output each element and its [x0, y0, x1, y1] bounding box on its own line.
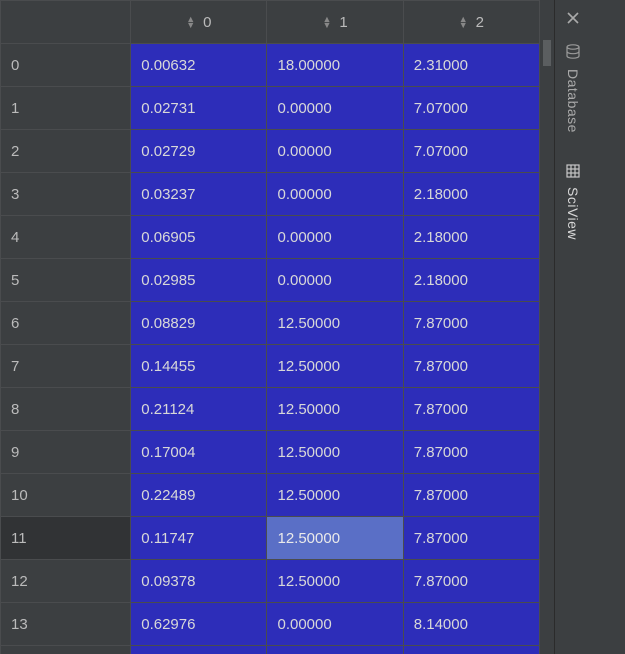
cell[interactable]: 0.62976	[131, 603, 267, 646]
col-header-label: 0	[203, 14, 211, 31]
cell[interactable]: 8.14000	[403, 603, 539, 646]
grid-icon	[566, 164, 580, 181]
cell[interactable]: 0.00632	[131, 44, 267, 87]
cell[interactable]: 0.14455	[131, 345, 267, 388]
col-header-label: 1	[339, 14, 347, 31]
table-row[interactable]: 40.069050.000002.18000	[1, 216, 540, 259]
cell[interactable]: 18.00000	[267, 44, 403, 87]
cell[interactable]: 0.00000	[267, 130, 403, 173]
cell[interactable]: 2.18000	[403, 259, 539, 302]
cell[interactable]: 7.07000	[403, 87, 539, 130]
table-row[interactable]: 90.1700412.500007.87000	[1, 431, 540, 474]
cell[interactable]: 7.87000	[403, 302, 539, 345]
table-row[interactable]: 30.032370.000002.18000	[1, 173, 540, 216]
cell[interactable]: 0.00000	[267, 603, 403, 646]
cell[interactable]: 0.02985	[131, 259, 267, 302]
cell[interactable]: 7.87000	[403, 345, 539, 388]
cell[interactable]: 0.03237	[131, 173, 267, 216]
tab-label: Database	[565, 69, 581, 133]
table-row[interactable]: 120.0937812.500007.87000	[1, 560, 540, 603]
cell[interactable]: 2.18000	[403, 173, 539, 216]
tool-window-tabs: Database SciView	[554, 0, 625, 654]
cell[interactable]	[131, 646, 267, 654]
cell[interactable]: 7.87000	[403, 560, 539, 603]
row-index[interactable]: 2	[1, 130, 131, 173]
row-index[interactable]: 12	[1, 560, 131, 603]
row-index[interactable]: 3	[1, 173, 131, 216]
cell[interactable]: 12.50000	[267, 560, 403, 603]
cell[interactable]: 12.50000	[267, 474, 403, 517]
cell[interactable]: 12.50000	[267, 345, 403, 388]
scrollbar-thumb[interactable]	[543, 40, 551, 66]
table-row[interactable]: 60.0882912.500007.87000	[1, 302, 540, 345]
table-row[interactable]: 80.2112412.500007.87000	[1, 388, 540, 431]
database-icon	[566, 44, 580, 63]
table-row[interactable]: 50.029850.000002.18000	[1, 259, 540, 302]
row-index[interactable]: 8	[1, 388, 131, 431]
row-index[interactable]: 10	[1, 474, 131, 517]
row-index[interactable]: 13	[1, 603, 131, 646]
cell[interactable]: 12.50000	[267, 302, 403, 345]
cell[interactable]: 0.00000	[267, 87, 403, 130]
cell[interactable]: 0.00000	[267, 259, 403, 302]
row-index[interactable]: 9	[1, 431, 131, 474]
cell[interactable]: 0.02731	[131, 87, 267, 130]
col-header-1[interactable]: ▲▼ 1	[267, 1, 403, 44]
table-row[interactable]	[1, 646, 540, 654]
cell[interactable]: 0.06905	[131, 216, 267, 259]
cell[interactable]: 0.11747	[131, 517, 267, 560]
col-header-2[interactable]: ▲▼ 2	[403, 1, 539, 44]
index-header[interactable]	[1, 1, 131, 44]
tab-database[interactable]: Database	[555, 36, 591, 146]
cell[interactable]	[267, 646, 403, 654]
row-index[interactable]: 11	[1, 517, 131, 560]
row-index[interactable]: 5	[1, 259, 131, 302]
close-icon[interactable]	[555, 6, 591, 30]
row-index[interactable]: 6	[1, 302, 131, 345]
table-row[interactable]: 10.027310.000007.07000	[1, 87, 540, 130]
cell[interactable]: 7.87000	[403, 474, 539, 517]
table-row[interactable]: 110.1174712.500007.87000	[1, 517, 540, 560]
tab-label: SciView	[565, 187, 581, 240]
table-row[interactable]: 70.1445512.500007.87000	[1, 345, 540, 388]
header-row: ▲▼ 0 ▲▼ 1 ▲▼ 2	[1, 1, 540, 44]
cell[interactable]: 7.07000	[403, 130, 539, 173]
cell[interactable]: 12.50000	[267, 388, 403, 431]
cell[interactable]: 7.87000	[403, 431, 539, 474]
cell[interactable]: 0.02729	[131, 130, 267, 173]
cell[interactable]: 0.17004	[131, 431, 267, 474]
cell[interactable]: 12.50000	[267, 431, 403, 474]
cell[interactable]: 0.08829	[131, 302, 267, 345]
cell[interactable]: 2.31000	[403, 44, 539, 87]
cell[interactable]: 2.18000	[403, 216, 539, 259]
data-table: ▲▼ 0 ▲▼ 1 ▲▼ 2 00.006321	[0, 0, 540, 654]
cell[interactable]: 12.50000	[267, 517, 403, 560]
table-row[interactable]: 20.027290.000007.07000	[1, 130, 540, 173]
row-index[interactable]: 7	[1, 345, 131, 388]
sort-icon: ▲▼	[186, 16, 195, 28]
vertical-scrollbar[interactable]	[540, 0, 554, 654]
cell[interactable]: 0.09378	[131, 560, 267, 603]
tab-sciview[interactable]: SciView	[555, 156, 591, 266]
table-row[interactable]: 130.629760.000008.14000	[1, 603, 540, 646]
cell[interactable]: 0.00000	[267, 173, 403, 216]
sort-icon: ▲▼	[322, 16, 331, 28]
sort-icon: ▲▼	[459, 16, 468, 28]
cell[interactable]: 7.87000	[403, 388, 539, 431]
row-index[interactable]: 1	[1, 87, 131, 130]
cell[interactable]: 0.21124	[131, 388, 267, 431]
row-index[interactable]	[1, 646, 131, 654]
cell[interactable]: 7.87000	[403, 517, 539, 560]
table-row[interactable]: 00.0063218.000002.31000	[1, 44, 540, 87]
cell[interactable]: 0.22489	[131, 474, 267, 517]
row-index[interactable]: 4	[1, 216, 131, 259]
col-header-label: 2	[476, 14, 484, 31]
cell[interactable]: 0.00000	[267, 216, 403, 259]
row-index[interactable]: 0	[1, 44, 131, 87]
col-header-0[interactable]: ▲▼ 0	[131, 1, 267, 44]
table-row[interactable]: 100.2248912.500007.87000	[1, 474, 540, 517]
cell[interactable]	[403, 646, 539, 654]
